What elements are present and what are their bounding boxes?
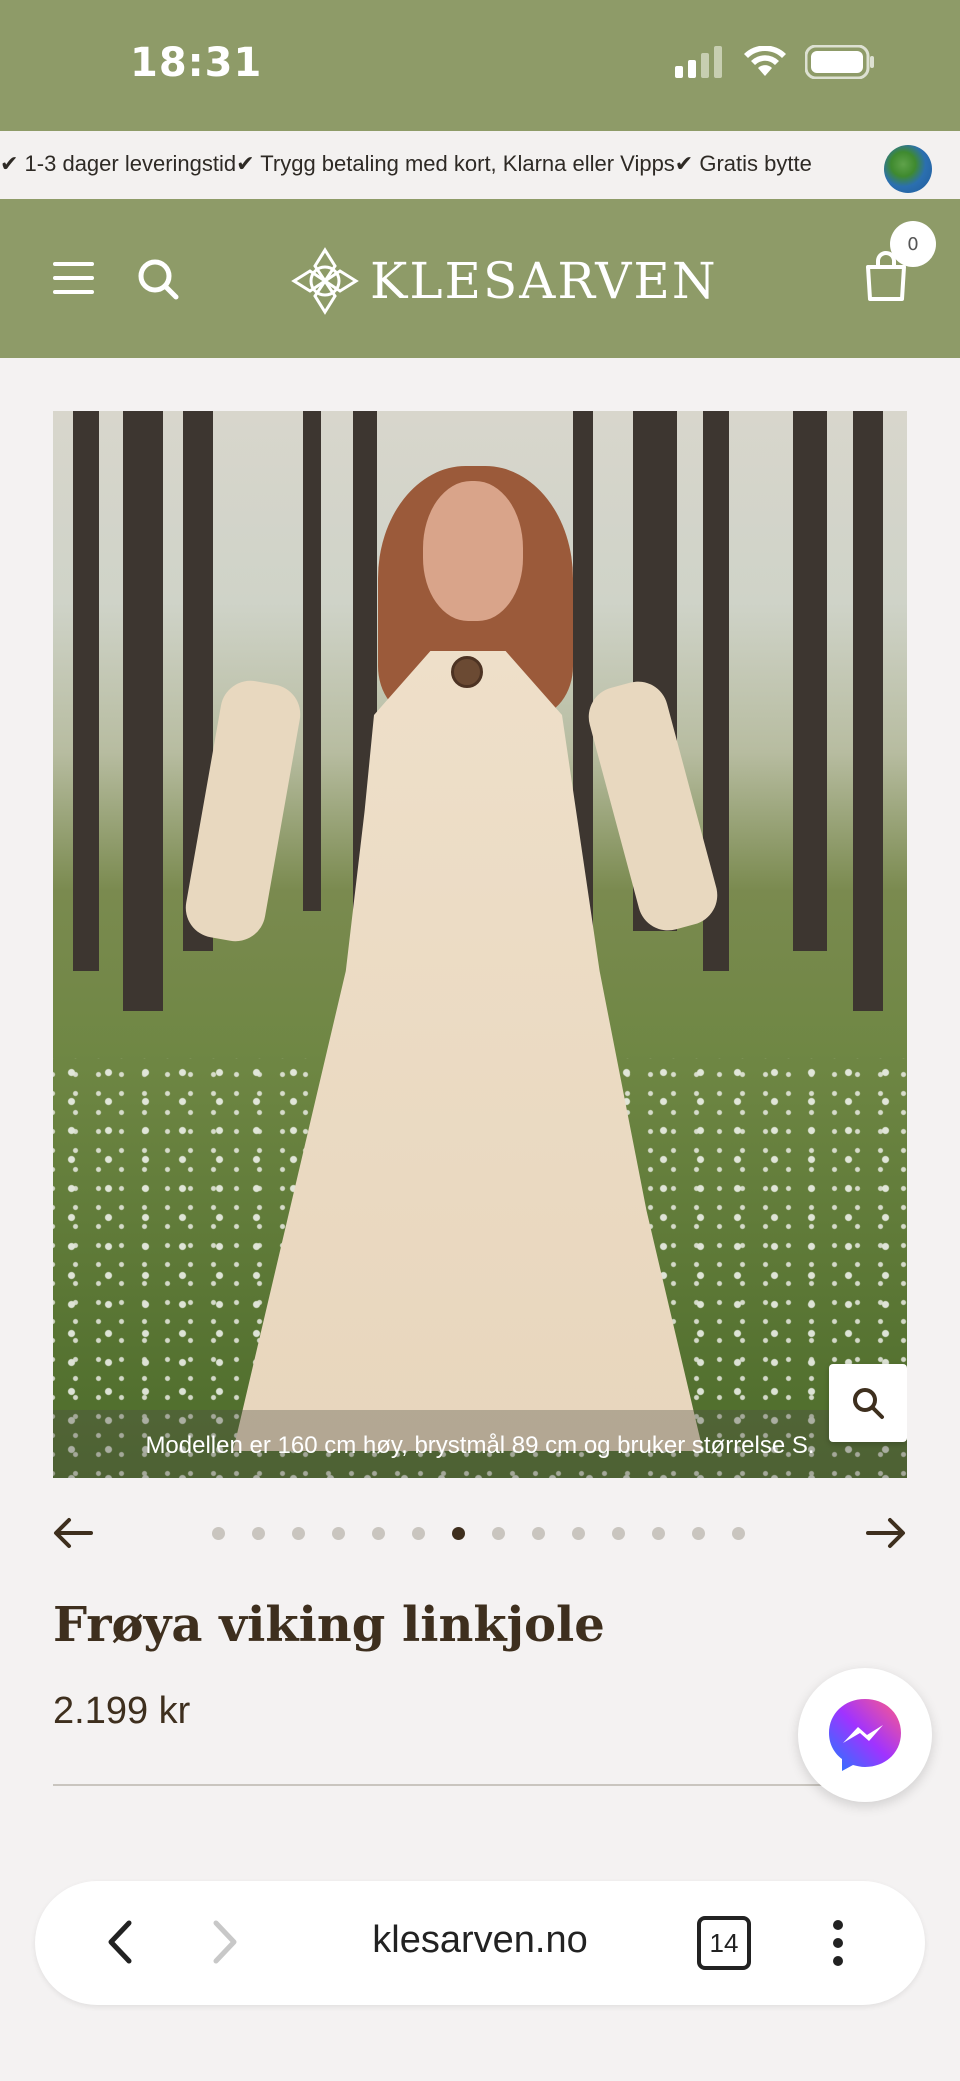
- gallery-dot[interactable]: [292, 1527, 305, 1540]
- gallery-dot[interactable]: [692, 1527, 705, 1540]
- product-image[interactable]: Modellen er 160 cm høy, brystmål 89 cm o…: [53, 411, 907, 1478]
- gallery-dot[interactable]: [612, 1527, 625, 1540]
- gallery-dot[interactable]: [652, 1527, 665, 1540]
- gallery-dot[interactable]: [372, 1527, 385, 1540]
- gallery-pagination: [212, 1527, 745, 1540]
- search-icon[interactable]: [136, 257, 180, 301]
- announcement-text: ✔ 1-3 dager leveringstid✔ Trygg betaling…: [0, 151, 812, 176]
- more-options-icon[interactable]: [833, 1919, 843, 1967]
- divider: [53, 1784, 853, 1786]
- zoom-button[interactable]: [829, 1364, 907, 1442]
- url-field[interactable]: klesarven.no: [35, 1919, 925, 1962]
- browser-bar: klesarven.no 14: [35, 1881, 925, 2005]
- battery-icon: [805, 45, 874, 79]
- search-icon: [853, 1388, 884, 1419]
- messenger-chat-button[interactable]: [798, 1668, 932, 1802]
- product-title: Frøya viking linkjole: [53, 1597, 605, 1653]
- gallery-dot[interactable]: [572, 1527, 585, 1540]
- signal-icon: [675, 46, 722, 78]
- gallery-dot[interactable]: [732, 1527, 745, 1540]
- site-header: KLESARVEN 0: [0, 199, 960, 358]
- cart-count-badge: 0: [890, 221, 936, 267]
- gallery-dot[interactable]: [492, 1527, 505, 1540]
- gallery-dot[interactable]: [412, 1527, 425, 1540]
- tabs-count-button[interactable]: 14: [697, 1916, 751, 1970]
- status-icons: [675, 45, 875, 79]
- gallery-dot[interactable]: [252, 1527, 265, 1540]
- logo-text: KLESARVEN: [370, 252, 718, 310]
- product-price: 2.199 kr: [53, 1690, 191, 1732]
- hamburger-menu-icon[interactable]: [53, 262, 94, 294]
- wifi-icon: [744, 46, 786, 76]
- gallery-dot[interactable]: [332, 1527, 345, 1540]
- globe-icon[interactable]: [884, 145, 932, 193]
- status-bar: 18:31: [0, 0, 960, 131]
- next-image-arrow-icon[interactable]: [866, 1516, 906, 1550]
- gallery-dot[interactable]: [532, 1527, 545, 1540]
- gallery-dot-active[interactable]: [452, 1527, 465, 1540]
- previous-image-arrow-icon[interactable]: [53, 1516, 93, 1550]
- gallery-dot[interactable]: [212, 1527, 225, 1540]
- messenger-icon: [829, 1699, 901, 1771]
- announcement-bar: ✔ 1-3 dager leveringstid✔ Trygg betaling…: [0, 131, 960, 199]
- status-time: 18:31: [130, 40, 263, 86]
- logo-knot-icon: [291, 247, 359, 315]
- image-caption: Modellen er 160 cm høy, brystmål 89 cm o…: [145, 1432, 815, 1459]
- site-logo[interactable]: KLESARVEN: [290, 241, 718, 321]
